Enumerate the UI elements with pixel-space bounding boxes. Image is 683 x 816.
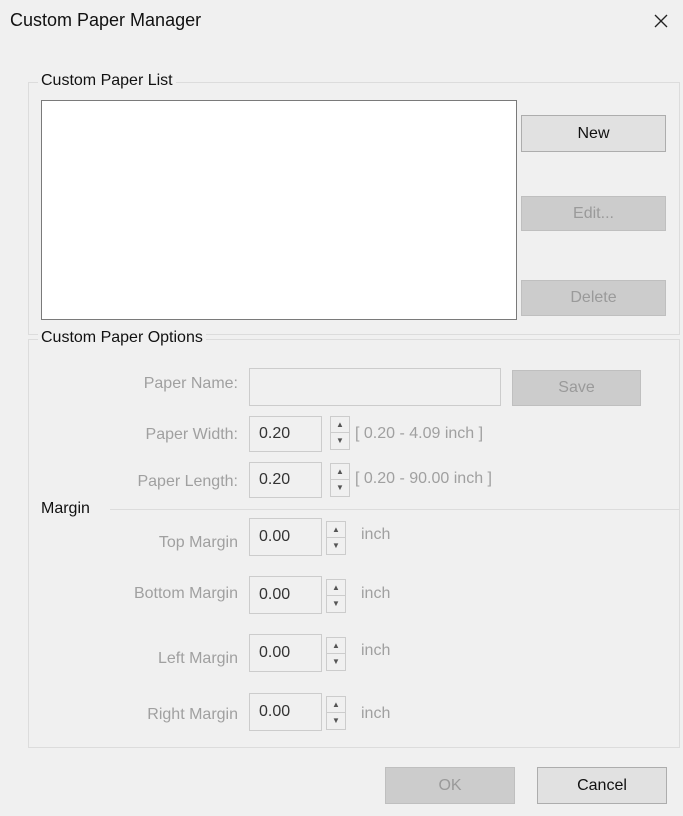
spin-up-icon[interactable]: ▲	[327, 522, 345, 538]
spin-down-icon[interactable]: ▼	[327, 596, 345, 612]
paper-width-label: Paper Width:	[145, 426, 238, 443]
right-margin-input[interactable]: 0.00	[249, 693, 322, 731]
spin-up-icon[interactable]: ▲	[327, 580, 345, 596]
spin-down-icon[interactable]: ▼	[327, 654, 345, 670]
left-margin-input[interactable]: 0.00	[249, 634, 322, 672]
ok-button[interactable]: OK	[385, 767, 515, 804]
save-button[interactable]: Save	[512, 370, 641, 406]
dialog-title: Custom Paper Manager	[10, 10, 202, 30]
top-margin-input[interactable]: 0.00	[249, 518, 322, 556]
paper-name-label: Paper Name:	[143, 375, 238, 392]
bottom-margin-stepper[interactable]: ▲ ▼	[326, 579, 346, 613]
paper-width-input[interactable]: 0.20	[249, 416, 322, 452]
spin-down-icon[interactable]: ▼	[327, 713, 345, 729]
custom-paper-list-label: Custom Paper List	[38, 72, 176, 90]
paper-width-stepper[interactable]: ▲ ▼	[330, 416, 350, 450]
spin-down-icon[interactable]: ▼	[327, 538, 345, 554]
custom-paper-options-label: Custom Paper Options	[38, 329, 206, 347]
paper-length-stepper[interactable]: ▲ ▼	[330, 463, 350, 497]
left-margin-unit: inch	[361, 642, 391, 659]
paper-length-label: Paper Length:	[137, 473, 238, 490]
spin-up-icon[interactable]: ▲	[327, 697, 345, 713]
spin-up-icon[interactable]: ▲	[327, 638, 345, 654]
custom-paper-manager-dialog: Custom Paper Manager Custom Paper List N…	[0, 0, 683, 816]
top-margin-label: Top Margin	[158, 534, 238, 551]
paper-length-input[interactable]: 0.20	[249, 462, 322, 498]
right-margin-stepper[interactable]: ▲ ▼	[326, 696, 346, 730]
top-margin-unit: inch	[361, 526, 391, 543]
margin-divider	[110, 509, 680, 510]
spin-up-icon[interactable]: ▲	[331, 417, 349, 433]
bottom-margin-unit: inch	[361, 585, 391, 602]
paper-width-range: [ 0.20 - 4.09 inch ]	[355, 425, 484, 442]
delete-button[interactable]: Delete	[521, 280, 666, 316]
margin-label: Margin	[41, 500, 94, 518]
left-margin-stepper[interactable]: ▲ ▼	[326, 637, 346, 671]
paper-name-input[interactable]	[249, 368, 501, 406]
spin-up-icon[interactable]: ▲	[331, 464, 349, 480]
left-margin-label: Left Margin	[157, 650, 238, 667]
close-icon	[654, 14, 668, 28]
paper-length-range: [ 0.20 - 90.00 inch ]	[355, 470, 492, 487]
right-margin-label: Right Margin	[147, 706, 238, 723]
custom-paper-listbox[interactable]	[41, 100, 517, 320]
new-button[interactable]: New	[521, 115, 666, 152]
top-margin-stepper[interactable]: ▲ ▼	[326, 521, 346, 555]
spin-down-icon[interactable]: ▼	[331, 433, 349, 449]
spin-down-icon[interactable]: ▼	[331, 480, 349, 496]
bottom-margin-label: Bottom Margin	[133, 585, 238, 602]
bottom-margin-input[interactable]: 0.00	[249, 576, 322, 614]
cancel-button[interactable]: Cancel	[537, 767, 667, 804]
edit-button[interactable]: Edit...	[521, 196, 666, 231]
close-button[interactable]	[646, 6, 676, 36]
right-margin-unit: inch	[361, 705, 391, 722]
